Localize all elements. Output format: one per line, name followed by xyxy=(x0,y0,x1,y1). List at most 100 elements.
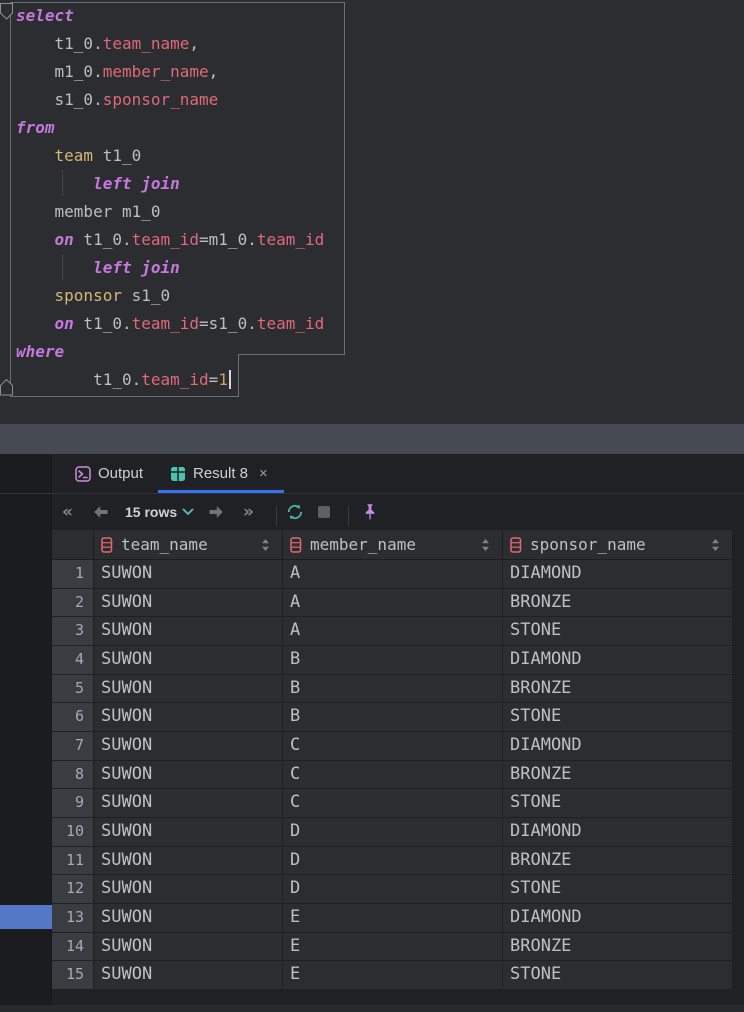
code-line[interactable]: team t1_0 xyxy=(16,142,324,170)
table-cell[interactable]: BRONZE xyxy=(503,846,733,876)
table-cell[interactable]: SUWON xyxy=(94,703,283,732)
sort-icon[interactable] xyxy=(261,538,270,552)
table-cell[interactable]: DIAMOND xyxy=(503,903,733,933)
table-cell[interactable]: SUWON xyxy=(94,961,283,990)
last-page-button[interactable]: » xyxy=(243,494,254,530)
table-cell[interactable]: STONE xyxy=(503,875,733,904)
page-size-selector[interactable]: 15 rows xyxy=(125,494,177,530)
table-cell[interactable]: STONE xyxy=(503,789,733,818)
table-cell[interactable]: E xyxy=(283,932,503,962)
code-line[interactable]: left join xyxy=(16,170,324,198)
table-cell[interactable]: A xyxy=(283,617,503,646)
table-cell[interactable]: BRONZE xyxy=(503,760,733,790)
table-cell[interactable]: SUWON xyxy=(94,674,283,704)
first-page-button[interactable]: « xyxy=(62,494,73,530)
table-cell[interactable]: D xyxy=(283,875,503,904)
table-cell[interactable]: BRONZE xyxy=(503,932,733,962)
row-number[interactable]: 3 xyxy=(52,617,94,646)
table-cell[interactable]: SUWON xyxy=(94,875,283,904)
row-number[interactable]: 12 xyxy=(52,875,94,904)
column-icon xyxy=(290,536,302,553)
table-cell[interactable]: C xyxy=(283,760,503,790)
refresh-button[interactable] xyxy=(286,494,304,530)
table-cell[interactable]: DIAMOND xyxy=(503,645,733,675)
code-segment: m1_0. xyxy=(16,62,103,81)
row-number[interactable]: 13 xyxy=(52,903,94,933)
splitter-bar[interactable] xyxy=(0,424,744,454)
table-cell[interactable]: DIAMOND xyxy=(503,817,733,847)
chevron-down-icon[interactable] xyxy=(182,494,194,530)
pin-tab-button[interactable] xyxy=(362,494,378,530)
table-cell[interactable]: D xyxy=(283,846,503,876)
column-header-team-name[interactable]: team_name xyxy=(94,530,283,560)
table-cell[interactable]: B xyxy=(283,703,503,732)
close-icon[interactable]: × xyxy=(259,465,268,482)
tab-result[interactable]: Result 8 × xyxy=(158,454,284,493)
row-number[interactable]: 7 xyxy=(52,731,94,761)
table-cell[interactable]: D xyxy=(283,817,503,847)
code-line[interactable]: m1_0.member_name, xyxy=(16,58,324,86)
code-line[interactable]: from xyxy=(16,114,324,142)
row-number[interactable]: 2 xyxy=(52,588,94,618)
sql-code[interactable]: select t1_0.team_name, m1_0.member_name,… xyxy=(16,2,324,394)
table-cell[interactable]: STONE xyxy=(503,961,733,990)
code-line[interactable]: s1_0.sponsor_name xyxy=(16,86,324,114)
table-cell[interactable]: STONE xyxy=(503,703,733,732)
table-cell[interactable]: C xyxy=(283,789,503,818)
table-cell[interactable]: SUWON xyxy=(94,789,283,818)
code-line[interactable]: on t1_0.team_id=s1_0.team_id xyxy=(16,310,325,338)
table-cell[interactable]: SUWON xyxy=(94,932,283,962)
table-cell[interactable]: E xyxy=(283,961,503,990)
table-cell[interactable]: SUWON xyxy=(94,560,283,589)
row-number[interactable]: 9 xyxy=(52,789,94,818)
code-line[interactable]: where xyxy=(16,338,324,366)
grid-corner-cell[interactable] xyxy=(52,530,94,560)
tab-output[interactable]: Output xyxy=(75,454,143,493)
code-line[interactable]: member m1_0 xyxy=(16,198,324,226)
table-cell[interactable]: B xyxy=(283,674,503,704)
row-number[interactable]: 4 xyxy=(52,645,94,675)
column-header-sponsor-name[interactable]: sponsor_name xyxy=(503,530,733,560)
stop-button[interactable] xyxy=(318,494,330,530)
table-cell[interactable]: BRONZE xyxy=(503,588,733,618)
code-line[interactable]: select xyxy=(16,2,324,30)
table-cell[interactable]: SUWON xyxy=(94,617,283,646)
sql-editor[interactable]: select t1_0.team_name, m1_0.member_name,… xyxy=(0,0,744,424)
row-number[interactable]: 10 xyxy=(52,817,94,847)
column-header-member-name[interactable]: member_name xyxy=(283,530,503,560)
table-cell[interactable]: SUWON xyxy=(94,903,283,933)
row-number[interactable]: 14 xyxy=(52,932,94,962)
table-cell[interactable]: DIAMOND xyxy=(503,560,733,589)
sort-icon[interactable] xyxy=(481,538,490,552)
row-number[interactable]: 5 xyxy=(52,674,94,704)
table-cell[interactable]: SUWON xyxy=(94,817,283,847)
table-cell[interactable]: STONE xyxy=(503,617,733,646)
row-number[interactable]: 11 xyxy=(52,846,94,876)
sort-icon[interactable] xyxy=(711,538,720,552)
code-line[interactable]: sponsor s1_0 xyxy=(16,282,324,310)
table-cell[interactable]: BRONZE xyxy=(503,674,733,704)
table-cell[interactable]: DIAMOND xyxy=(503,731,733,761)
next-page-button[interactable] xyxy=(208,494,224,530)
rail-scroll-marker[interactable] xyxy=(0,905,52,929)
code-line[interactable]: t1_0.team_name, xyxy=(16,30,324,58)
table-cell[interactable]: A xyxy=(283,588,503,618)
table-cell[interactable]: SUWON xyxy=(94,588,283,618)
previous-page-button[interactable] xyxy=(93,494,109,530)
code-line[interactable]: left join xyxy=(16,254,324,282)
row-number[interactable]: 6 xyxy=(52,703,94,732)
code-line[interactable]: on t1_0.team_id=m1_0.team_id xyxy=(16,226,325,254)
table-cell[interactable]: SUWON xyxy=(94,760,283,790)
table-cell[interactable]: A xyxy=(283,560,503,589)
table-cell[interactable]: E xyxy=(283,903,503,933)
table-cell[interactable]: SUWON xyxy=(94,731,283,761)
code-segment: where xyxy=(16,342,65,361)
row-number[interactable]: 15 xyxy=(52,961,94,990)
table-cell[interactable]: SUWON xyxy=(94,846,283,876)
table-cell[interactable]: C xyxy=(283,731,503,761)
table-cell[interactable]: SUWON xyxy=(94,645,283,675)
row-number[interactable]: 8 xyxy=(52,760,94,790)
code-line[interactable]: t1_0.team_id=1 xyxy=(16,366,324,394)
row-number[interactable]: 1 xyxy=(52,560,94,589)
table-cell[interactable]: B xyxy=(283,645,503,675)
